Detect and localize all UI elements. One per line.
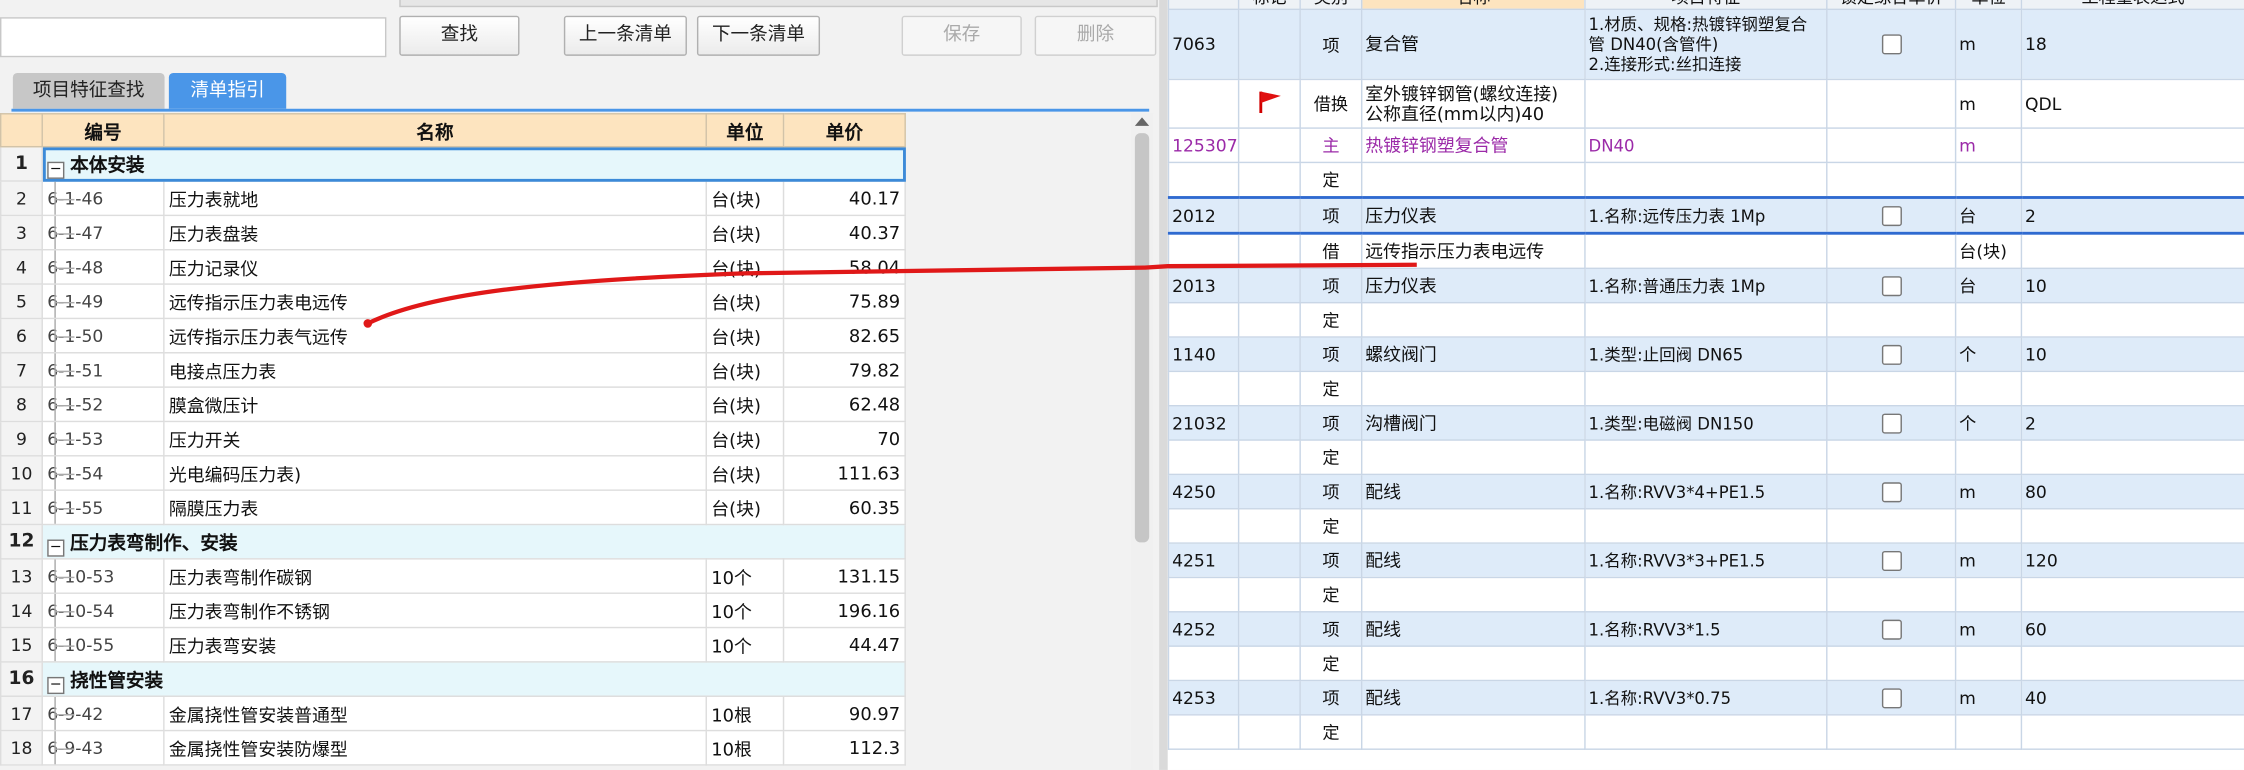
annotation-stroke: [366, 262, 1417, 326]
annotation-start-dot: [363, 319, 373, 328]
stage: 查找 上一条清单 下一条清单 保存 删除 项目特征查找 清单指引 编号 名称 单…: [0, 0, 2244, 770]
annotation-arrow: [363, 262, 1417, 328]
